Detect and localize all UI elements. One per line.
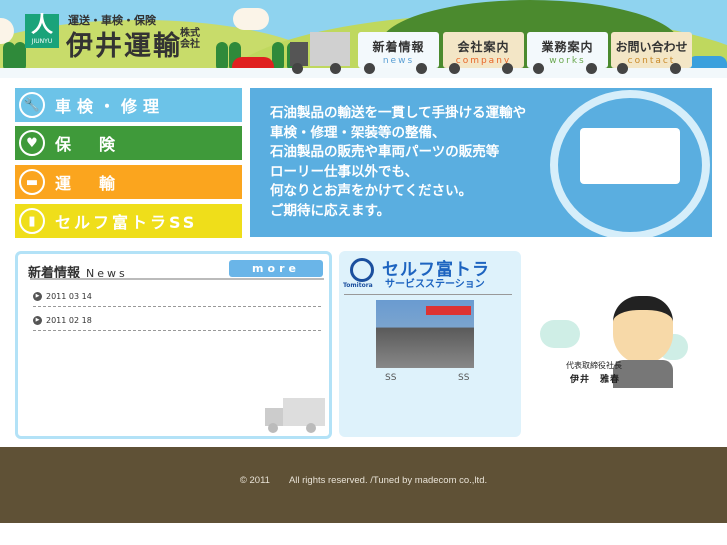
president-section: 代表取締役社長 伊井 雅春 bbox=[540, 290, 720, 390]
company-name: 伊井運輸 bbox=[66, 31, 182, 62]
fuel-pump-icon: ▮ bbox=[19, 208, 45, 234]
company-suffix: 株式会社 bbox=[180, 28, 200, 50]
news-item[interactable]: ▶ 2011 03 14 bbox=[33, 287, 321, 307]
truck-icon: ▬ bbox=[19, 169, 45, 195]
more-button[interactable]: more bbox=[229, 260, 323, 277]
footer: © 2011 All rights reserved. /Tuned by ma… bbox=[0, 447, 727, 523]
intro-banner: 石油製品の輸送を一貫して手掛ける運輸や 車検・修理・架装等の整備、 石油製品の販売や… bbox=[250, 88, 712, 237]
news-item[interactable]: ▶ 2011 02 18 bbox=[33, 311, 321, 331]
menu-transport[interactable]: ▬ 運 輸 bbox=[15, 165, 242, 199]
self-ss-panel[interactable]: Tomitora セルフ富トラ サービスステーション SS SS bbox=[339, 251, 521, 437]
truck-icon bbox=[265, 398, 325, 433]
news-panel: 新着情報 News more ▶ 2011 03 14 ▶ 2011 02 18 bbox=[15, 251, 332, 439]
play-bullet-icon: ▶ bbox=[33, 316, 42, 325]
heart-icon: ♥ bbox=[19, 130, 45, 156]
header: 人 JIUNYU 運送・車検・保険 伊井運輸 株式会社 新着情報 news 会社案内… bbox=[0, 0, 727, 78]
president-portrait bbox=[613, 296, 673, 364]
menu-self-ss[interactable]: ▮ セルフ富トラSS bbox=[15, 204, 242, 238]
play-bullet-icon: ▶ bbox=[33, 292, 42, 301]
wrench-icon: 🔧 bbox=[19, 92, 45, 118]
station-photo[interactable] bbox=[376, 300, 474, 368]
truck-icon bbox=[580, 128, 680, 184]
menu-insurance[interactable]: ♥ 保 険 bbox=[15, 126, 242, 160]
menu-inspection-repair[interactable]: 🔧 車検・修理 bbox=[15, 88, 242, 122]
steering-wheel-icon bbox=[350, 258, 374, 282]
company-logo[interactable]: 人 JIUNYU bbox=[25, 14, 59, 48]
